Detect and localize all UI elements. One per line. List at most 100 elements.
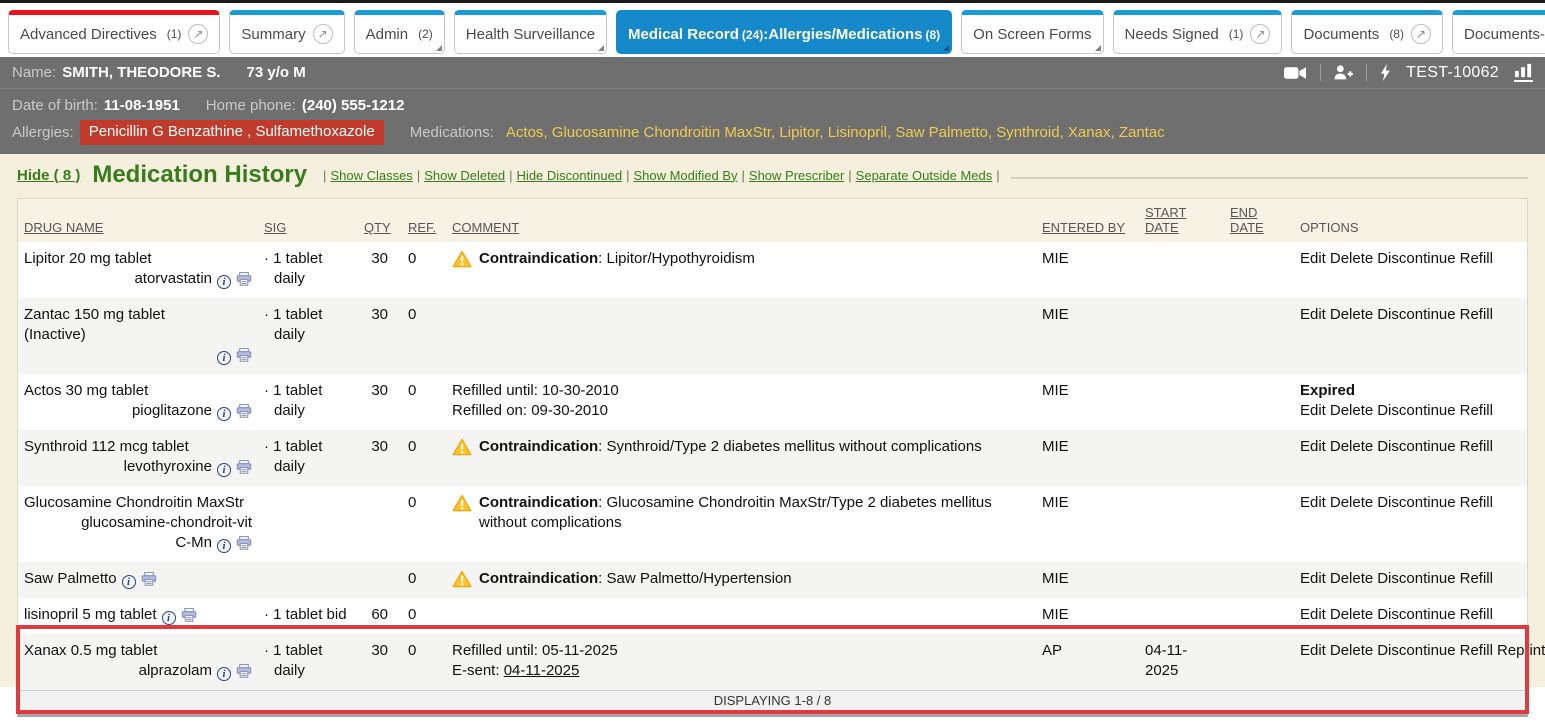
hide-discontinued-link[interactable]: Hide Discontinued xyxy=(517,168,623,183)
refill-link[interactable]: Refill xyxy=(1460,642,1493,659)
medication-link[interactable]: Synthroid xyxy=(996,124,1059,141)
refill-link[interactable]: Refill xyxy=(1460,570,1493,587)
medication-link[interactable]: Lipitor xyxy=(779,124,819,141)
col-start-date[interactable]: START DATE xyxy=(1139,199,1224,242)
tab-documents-dv[interactable]: Documents-DV ↗ xyxy=(1452,10,1545,54)
medication-link[interactable]: Xanax xyxy=(1068,124,1111,141)
flowsheet-chart-icon[interactable] xyxy=(1514,63,1533,82)
external-link-icon[interactable]: ↗ xyxy=(1411,24,1431,44)
status-expired: Expired xyxy=(1300,381,1521,401)
external-link-icon[interactable]: ↗ xyxy=(188,24,208,44)
tab-needs-signed[interactable]: Needs Signed(1) ↗ xyxy=(1113,10,1283,54)
delete-link[interactable]: Delete xyxy=(1330,306,1373,323)
separate-outside-meds-link[interactable]: Separate Outside Meds xyxy=(856,168,993,183)
drug-info-icon[interactable]: i xyxy=(217,667,231,681)
drug-info-icon[interactable]: i xyxy=(217,275,231,289)
medication-link[interactable]: Glucosamine Chondroitin MaxStr xyxy=(552,124,771,141)
medication-link[interactable]: Lisinopril xyxy=(828,124,887,141)
delete-link[interactable]: Delete xyxy=(1330,438,1373,455)
drug-info-icon[interactable]: i xyxy=(122,575,136,589)
drug-info-icon[interactable]: i xyxy=(217,539,231,553)
external-link-icon[interactable]: ↗ xyxy=(313,24,333,44)
tab-summary[interactable]: Summary ↗ xyxy=(229,10,344,54)
show-deleted-link[interactable]: Show Deleted xyxy=(424,168,505,183)
print-icon[interactable] xyxy=(236,272,252,292)
drug-brand-name: Xanax 0.5 mg tablet xyxy=(24,641,252,661)
delete-link[interactable]: Delete xyxy=(1330,570,1373,587)
tab-documents[interactable]: Documents(8) ↗ xyxy=(1291,10,1443,54)
print-icon[interactable] xyxy=(236,664,252,684)
print-icon[interactable] xyxy=(236,536,252,556)
delete-link[interactable]: Delete xyxy=(1330,642,1373,659)
displaying-count: DISPLAYING 1-8 / 8 xyxy=(18,691,1527,713)
delete-link[interactable]: Delete xyxy=(1330,250,1373,267)
delete-link[interactable]: Delete xyxy=(1330,606,1373,623)
refill-link[interactable]: Refill xyxy=(1460,494,1493,511)
add-person-icon[interactable] xyxy=(1334,65,1353,80)
edit-link[interactable]: Edit xyxy=(1300,570,1326,587)
medication-link[interactable]: Zantac xyxy=(1119,124,1165,141)
video-call-icon[interactable] xyxy=(1284,66,1307,80)
edit-link[interactable]: Edit xyxy=(1300,606,1326,623)
external-link-icon[interactable]: ↗ xyxy=(1250,24,1270,44)
allergies-badge[interactable]: Penicillin G Benzathine , Sulfamethoxazo… xyxy=(80,120,384,145)
print-icon[interactable] xyxy=(236,348,252,368)
print-icon[interactable] xyxy=(141,572,157,592)
discontinue-link[interactable]: Discontinue xyxy=(1377,438,1455,455)
medication-link[interactable]: Saw Palmetto xyxy=(895,124,988,141)
reprint-link[interactable]: Reprint xyxy=(1497,642,1545,659)
show-classes-link[interactable]: Show Classes xyxy=(330,168,412,183)
edit-link[interactable]: Edit xyxy=(1300,438,1326,455)
tab-admin[interactable]: Admin(2) xyxy=(354,10,445,54)
show-prescriber-link[interactable]: Show Prescriber xyxy=(749,168,844,183)
tab-health-surveillance[interactable]: Health Surveillance xyxy=(454,10,607,54)
esent-date-link[interactable]: 04-11-2025 xyxy=(504,662,580,679)
tab-on-screen-forms[interactable]: On Screen Forms xyxy=(961,10,1103,54)
drug-generic-name: alprazolami xyxy=(24,661,252,684)
refill-link[interactable]: Refill xyxy=(1460,606,1493,623)
tab-label: Documents xyxy=(1303,26,1379,43)
edit-link[interactable]: Edit xyxy=(1300,250,1326,267)
edit-link[interactable]: Edit xyxy=(1300,642,1326,659)
discontinue-link[interactable]: Discontinue xyxy=(1377,306,1455,323)
drug-info-icon[interactable]: i xyxy=(217,351,231,365)
col-entered-by[interactable]: ENTERED BY xyxy=(1036,199,1139,242)
discontinue-link[interactable]: Discontinue xyxy=(1377,494,1455,511)
print-icon[interactable] xyxy=(236,460,252,480)
refill-link[interactable]: Refill xyxy=(1460,402,1493,419)
discontinue-link[interactable]: Discontinue xyxy=(1377,642,1455,659)
col-end-date[interactable]: END DATE xyxy=(1224,199,1294,242)
refill-link[interactable]: Refill xyxy=(1460,250,1493,267)
refill-link[interactable]: Refill xyxy=(1460,438,1493,455)
discontinue-link[interactable]: Discontinue xyxy=(1377,606,1455,623)
discontinue-link[interactable]: Discontinue xyxy=(1377,402,1455,419)
print-icon[interactable] xyxy=(236,404,252,424)
delete-link[interactable]: Delete xyxy=(1330,494,1373,511)
tab-label: Health Surveillance xyxy=(466,26,595,43)
edit-link[interactable]: Edit xyxy=(1300,494,1326,511)
hide-link[interactable]: Hide ( 8 ) xyxy=(17,167,80,184)
drug-icons: i xyxy=(24,345,252,368)
col-qty[interactable]: QTY xyxy=(358,199,402,242)
tab-advanced-directives[interactable]: Advanced Directives(1) ↗ xyxy=(8,10,220,54)
edit-link[interactable]: Edit xyxy=(1300,306,1326,323)
col-drug-name[interactable]: DRUG NAME xyxy=(18,199,258,242)
delete-link[interactable]: Delete xyxy=(1330,402,1373,419)
discontinue-link[interactable]: Discontinue xyxy=(1377,250,1455,267)
print-icon[interactable] xyxy=(181,608,197,628)
col-comment[interactable]: COMMENT xyxy=(446,199,1036,242)
lightning-icon[interactable] xyxy=(1380,64,1391,81)
medication-link[interactable]: Actos xyxy=(506,124,544,141)
col-sig[interactable]: SIG xyxy=(258,199,358,242)
edit-link[interactable]: Edit xyxy=(1300,402,1326,419)
drug-info-icon[interactable]: i xyxy=(217,407,231,421)
show-modified-by-link[interactable]: Show Modified By xyxy=(633,168,737,183)
tab-count: (1) xyxy=(167,27,182,41)
discontinue-link[interactable]: Discontinue xyxy=(1377,570,1455,587)
ref-value: 0 xyxy=(402,298,446,374)
tab-medical-record-active[interactable]: Medical Record(24):Allergies/Medications… xyxy=(616,10,952,54)
drug-info-icon[interactable]: i xyxy=(162,611,176,625)
refill-link[interactable]: Refill xyxy=(1460,306,1493,323)
drug-info-icon[interactable]: i xyxy=(217,463,231,477)
col-ref[interactable]: REF. xyxy=(402,199,446,242)
